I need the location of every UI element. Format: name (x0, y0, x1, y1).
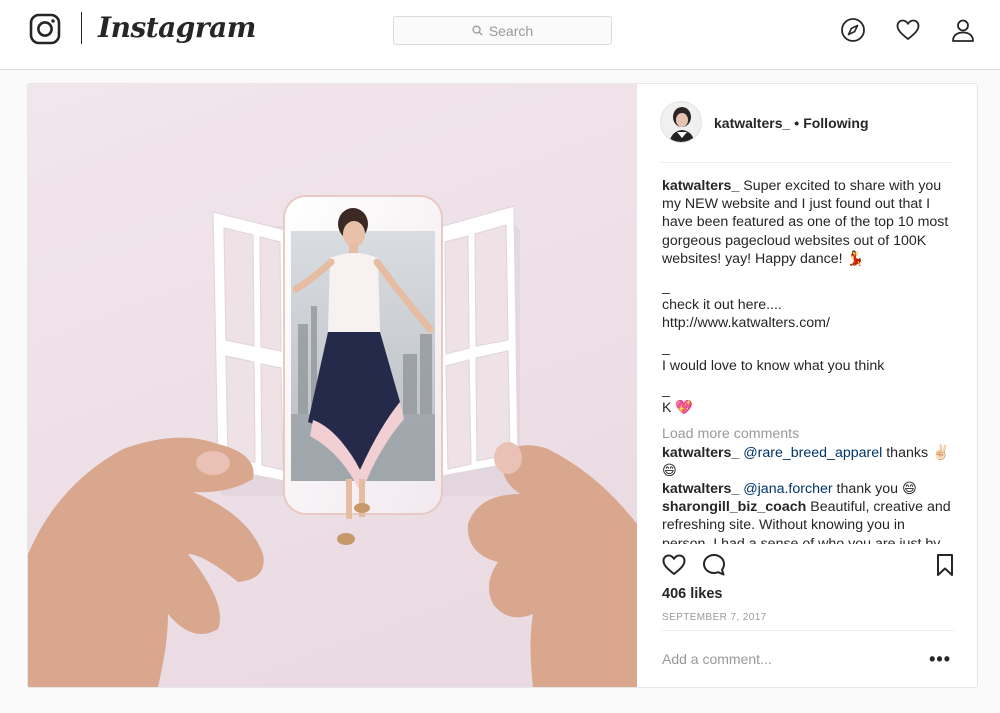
caption: katwalters_ Super excited to share with … (662, 177, 956, 268)
comment-mention[interactable]: @jana.forcher (743, 481, 832, 497)
search-icon (472, 25, 483, 36)
compass-icon[interactable] (840, 17, 866, 43)
post-date: SEPTEMBER 7, 2017 (662, 612, 767, 623)
caption-link[interactable]: http://www.katwalters.com/ (662, 314, 956, 332)
left-hand (28, 437, 264, 687)
load-more-comments-button[interactable]: Load more comments (662, 425, 956, 443)
post-header: katwalters_ • Following (660, 101, 952, 163)
caption-text-3: check it out here.... (662, 297, 782, 314)
add-comment-bar: ••• (662, 630, 955, 687)
comment-item: katwalters_ @jana.forcher thank you 😄 (662, 480, 956, 498)
search-box[interactable]: Search (393, 16, 612, 45)
profile-icon[interactable] (950, 17, 976, 43)
comment-item: katwalters_ @rare_breed_apparel thanks ✌… (662, 444, 956, 480)
comment-item: sharongill_biz_coach Beautiful, creative… (662, 498, 956, 544)
comment-text: thank you 😄 (836, 481, 917, 498)
instagram-wordmark[interactable]: Instagram (98, 11, 256, 44)
caption-text-8: K 💖 (662, 400, 694, 417)
post-sidebar: katwalters_ • Following katwalters_ Super … (638, 84, 978, 687)
comment-username[interactable]: katwalters_ (662, 445, 739, 461)
following-button[interactable]: Following (803, 115, 868, 131)
caption-text-6: I would love to know what you think (662, 357, 885, 374)
add-comment-input[interactable] (662, 651, 912, 667)
search-placeholder: Search (488, 22, 534, 39)
right-window-shutter (435, 205, 519, 477)
post-author-line: katwalters_ • Following (714, 115, 869, 131)
comment-username[interactable]: sharongill_biz_coach (662, 499, 806, 515)
caption-text-5: _ (662, 339, 670, 356)
heart-icon[interactable] (895, 17, 921, 43)
top-navigation: Instagram Search (0, 0, 1000, 70)
comment-bubble-icon[interactable] (701, 552, 727, 578)
caption-text-7: _ (662, 382, 670, 399)
like-heart-icon[interactable] (661, 552, 687, 578)
like-count[interactable]: 406 likes (662, 586, 722, 602)
avatar-image (661, 102, 701, 142)
post-photo-illustration (28, 195, 637, 687)
avatar[interactable] (660, 101, 702, 143)
follow-separator: • (794, 115, 800, 131)
instagram-glyph-icon[interactable] (29, 13, 61, 45)
caption-username[interactable]: katwalters_ (662, 178, 739, 194)
post-actions (661, 552, 958, 580)
post-username[interactable]: katwalters_ (714, 115, 790, 131)
comment-mention[interactable]: @rare_breed_apparel (743, 445, 882, 461)
comments-section: katwalters_ Super excited to share with … (662, 177, 956, 544)
bookmark-icon[interactable] (932, 552, 958, 578)
caption-text-2: _ (662, 279, 670, 296)
post-photo[interactable] (28, 84, 637, 687)
more-options-icon[interactable]: ••• (929, 649, 951, 670)
logo-divider (81, 12, 82, 44)
comment-username[interactable]: katwalters_ (662, 481, 739, 497)
post-card: katwalters_ • Following katwalters_ Super … (27, 83, 978, 688)
left-window-shutter (212, 211, 291, 483)
